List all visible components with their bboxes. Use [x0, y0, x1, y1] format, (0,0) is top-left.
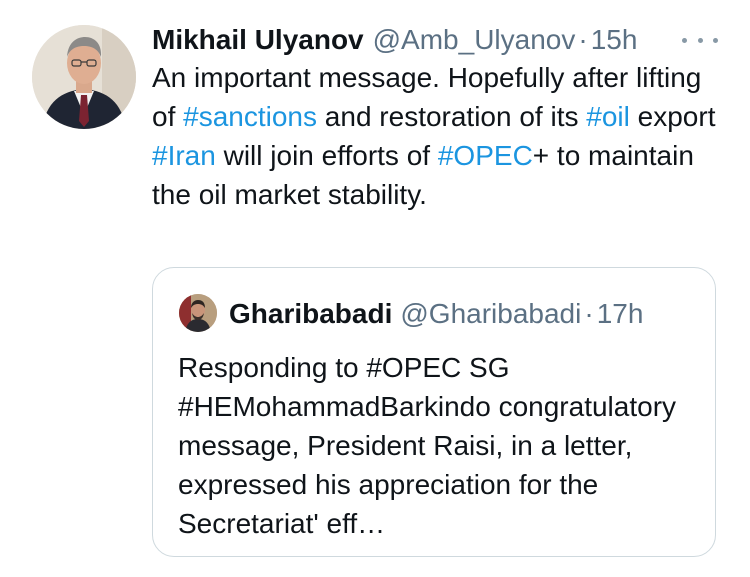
tweet-card: Mikhail Ulyanov @Amb_Ulyanov · 15h An im… [0, 0, 750, 577]
quoted-author-avatar[interactable] [179, 294, 217, 332]
more-dot [682, 37, 687, 43]
more-horizontal-icon[interactable] [682, 30, 718, 50]
more-dot [713, 37, 718, 43]
quoted-display-name[interactable]: Gharibabadi [229, 296, 392, 332]
more-dot [697, 37, 703, 43]
hashtag-oil[interactable]: #oil [586, 101, 630, 132]
hashtag-sanctions[interactable]: #sanctions [183, 101, 317, 132]
tweet-text: An important message. Hopefully after li… [152, 58, 732, 214]
author-handle[interactable]: @Amb_Ulyanov [373, 22, 576, 58]
quoted-tweet-text: Responding to #OPEC SG #HEMohammadBarkin… [178, 352, 677, 539]
author-display-name[interactable]: Mikhail Ulyanov [152, 22, 364, 58]
hashtag-iran[interactable]: #Iran [152, 140, 216, 171]
hashtag-opec[interactable]: #OPEC [438, 140, 533, 171]
tweet-text-part: export [629, 101, 716, 132]
tweet-timestamp[interactable]: 15h [591, 22, 638, 58]
quoted-timestamp[interactable]: 17h [597, 296, 644, 332]
tweet-header: Mikhail Ulyanov @Amb_Ulyanov · 15h [152, 22, 732, 58]
header-separator: · [578, 24, 588, 55]
author-avatar-image [32, 25, 136, 129]
tweet-text-part: will join efforts of [215, 140, 438, 171]
quoted-tweet[interactable]: Gharibabadi @Gharibabadi · 17h Respondin… [152, 267, 716, 557]
tweet-text-part: and restoration of its [317, 101, 587, 132]
author-avatar[interactable] [32, 25, 136, 129]
quoted-avatar-image [179, 294, 217, 332]
quoted-handle[interactable]: @Gharibabadi [400, 296, 581, 332]
quoted-tweet-header: Gharibabadi @Gharibabadi · 17h [229, 296, 643, 332]
quoted-header-separator: · [584, 298, 594, 329]
